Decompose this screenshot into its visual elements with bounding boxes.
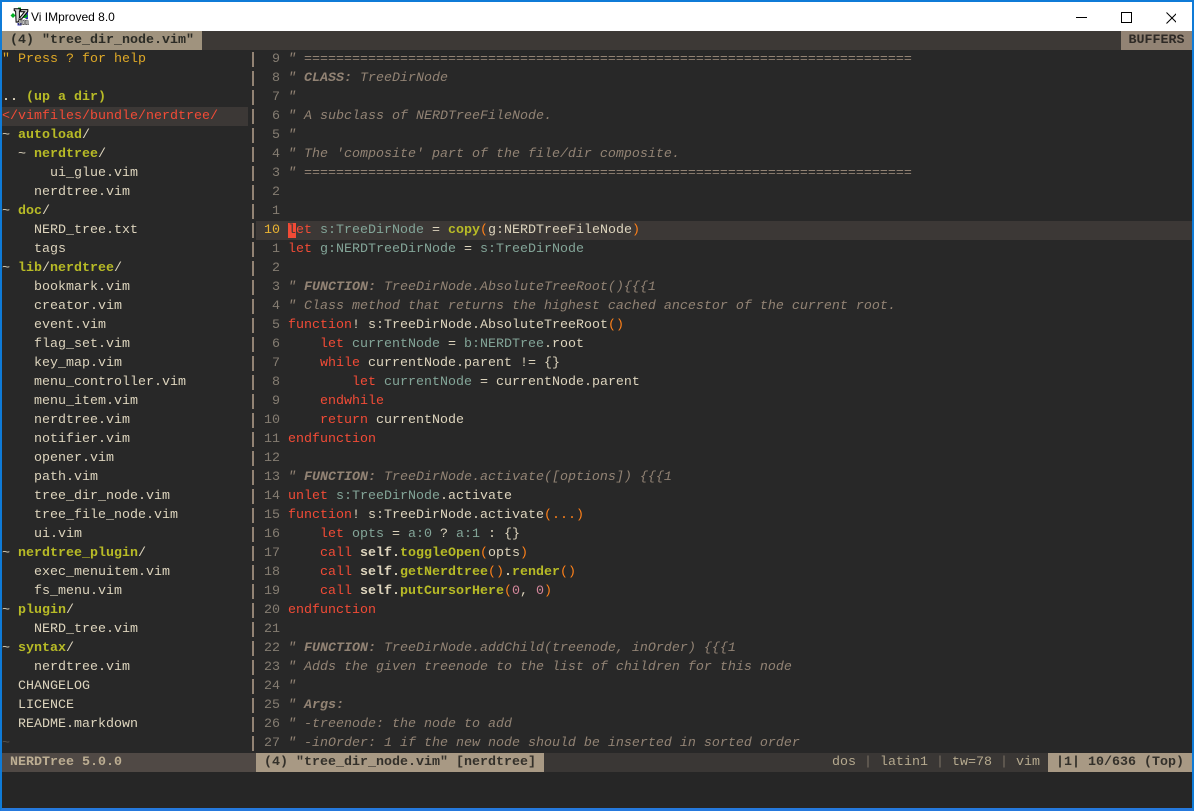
- svg-text:im: im: [18, 17, 29, 27]
